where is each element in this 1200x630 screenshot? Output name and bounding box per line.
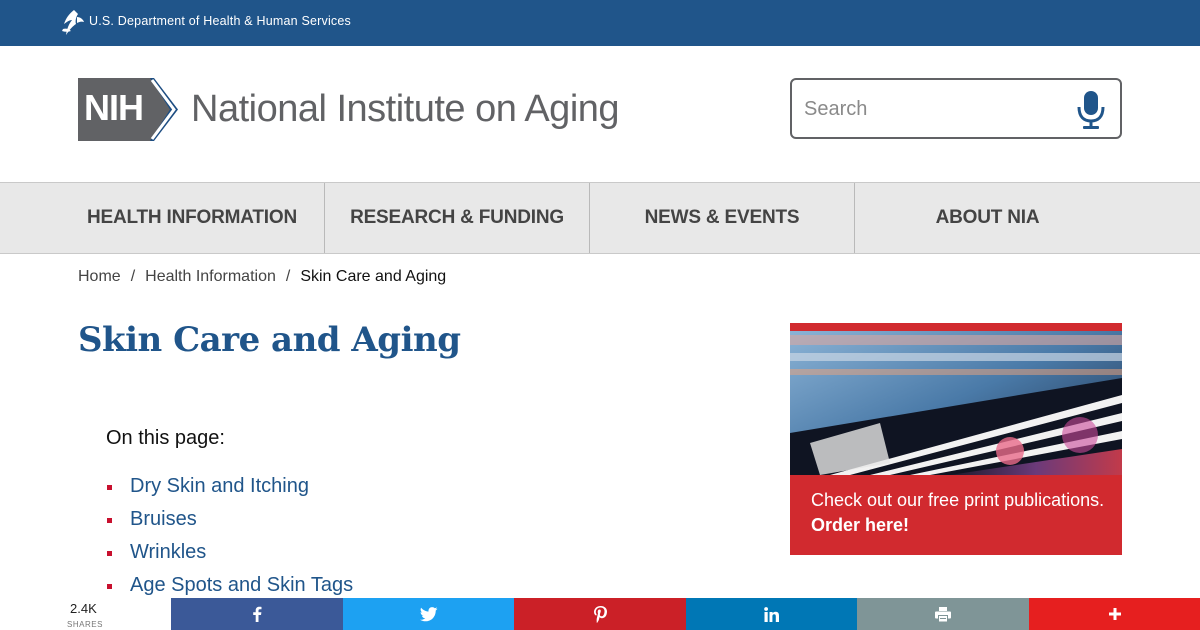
plus-icon bbox=[1108, 608, 1121, 620]
breadcrumb-home[interactable]: Home bbox=[78, 268, 121, 286]
facebook-icon bbox=[253, 606, 262, 622]
nav-health-information[interactable]: HEALTH INFORMATION bbox=[0, 183, 325, 253]
pinterest-icon bbox=[593, 605, 607, 623]
breadcrumb-separator: / bbox=[285, 268, 291, 285]
promo-line-1: Check out our free print publications. bbox=[811, 490, 1105, 510]
facebook-share-button[interactable] bbox=[171, 598, 343, 630]
promo-caption: Check out our free print publications. O… bbox=[790, 475, 1122, 555]
pinterest-share-button[interactable] bbox=[514, 598, 686, 630]
search-input[interactable] bbox=[804, 94, 1064, 124]
nih-logo-text: NIH bbox=[84, 87, 144, 128]
hhs-top-bar: U.S. Department of Health & Human Servic… bbox=[0, 0, 1200, 46]
more-share-button[interactable] bbox=[1029, 598, 1200, 630]
toc-link-label[interactable]: Age Spots and Skin Tags bbox=[130, 574, 353, 596]
toc-link-label[interactable]: Bruises bbox=[130, 508, 197, 530]
publications-image bbox=[790, 323, 1122, 475]
print-icon bbox=[935, 606, 951, 622]
nav-news-events[interactable]: NEWS & EVENTS bbox=[590, 183, 855, 253]
print-publications-promo[interactable]: Check out our free print publications. O… bbox=[790, 323, 1122, 555]
share-count-label: SHARES bbox=[67, 620, 103, 629]
hhs-eagle-icon[interactable] bbox=[60, 8, 86, 38]
site-header: NIH National Institute on Aging bbox=[0, 46, 1200, 182]
main-navigation: HEALTH INFORMATION RESEARCH & FUNDING NE… bbox=[0, 182, 1200, 254]
breadcrumb-health-information[interactable]: Health Information bbox=[145, 268, 276, 286]
search-box bbox=[790, 78, 1122, 139]
nav-about-nia[interactable]: ABOUT NIA bbox=[855, 183, 1200, 253]
list-bullet bbox=[107, 551, 112, 556]
share-count-number: 2.4K bbox=[70, 601, 97, 616]
linkedin-share-button[interactable] bbox=[686, 598, 857, 630]
print-share-button[interactable] bbox=[857, 598, 1029, 630]
list-bullet bbox=[107, 485, 112, 490]
site-title[interactable]: National Institute on Aging bbox=[191, 88, 620, 131]
list-bullet bbox=[107, 518, 112, 523]
linkedin-icon bbox=[764, 606, 779, 622]
breadcrumb-separator: / bbox=[130, 268, 136, 285]
on-this-page-list: Dry Skin and Itching Bruises Wrinkles Ag… bbox=[106, 475, 353, 607]
breadcrumb: Home / Health Information / Skin Care an… bbox=[78, 268, 446, 286]
nav-research-funding[interactable]: RESEARCH & FUNDING bbox=[325, 183, 590, 253]
share-count: 2.4K SHARES bbox=[0, 598, 171, 630]
toc-link-label[interactable]: Wrinkles bbox=[130, 541, 206, 563]
microphone-icon[interactable] bbox=[1074, 87, 1108, 131]
on-this-page-heading: On this page: bbox=[106, 427, 225, 449]
twitter-share-button[interactable] bbox=[343, 598, 514, 630]
toc-item-dry-skin[interactable]: Dry Skin and Itching bbox=[106, 475, 353, 508]
page-title: Skin Care and Aging bbox=[78, 320, 461, 360]
promo-order-link[interactable]: Order here! bbox=[811, 513, 1122, 538]
hhs-link[interactable]: U.S. Department of Health & Human Servic… bbox=[89, 14, 351, 28]
breadcrumb-current: Skin Care and Aging bbox=[300, 268, 447, 285]
toc-item-wrinkles[interactable]: Wrinkles bbox=[106, 541, 353, 574]
twitter-icon bbox=[419, 606, 437, 621]
list-bullet bbox=[107, 584, 112, 589]
toc-link-label[interactable]: Dry Skin and Itching bbox=[130, 475, 309, 497]
toc-item-bruises[interactable]: Bruises bbox=[106, 508, 353, 541]
social-share-bar: 2.4K SHARES bbox=[0, 598, 1200, 630]
